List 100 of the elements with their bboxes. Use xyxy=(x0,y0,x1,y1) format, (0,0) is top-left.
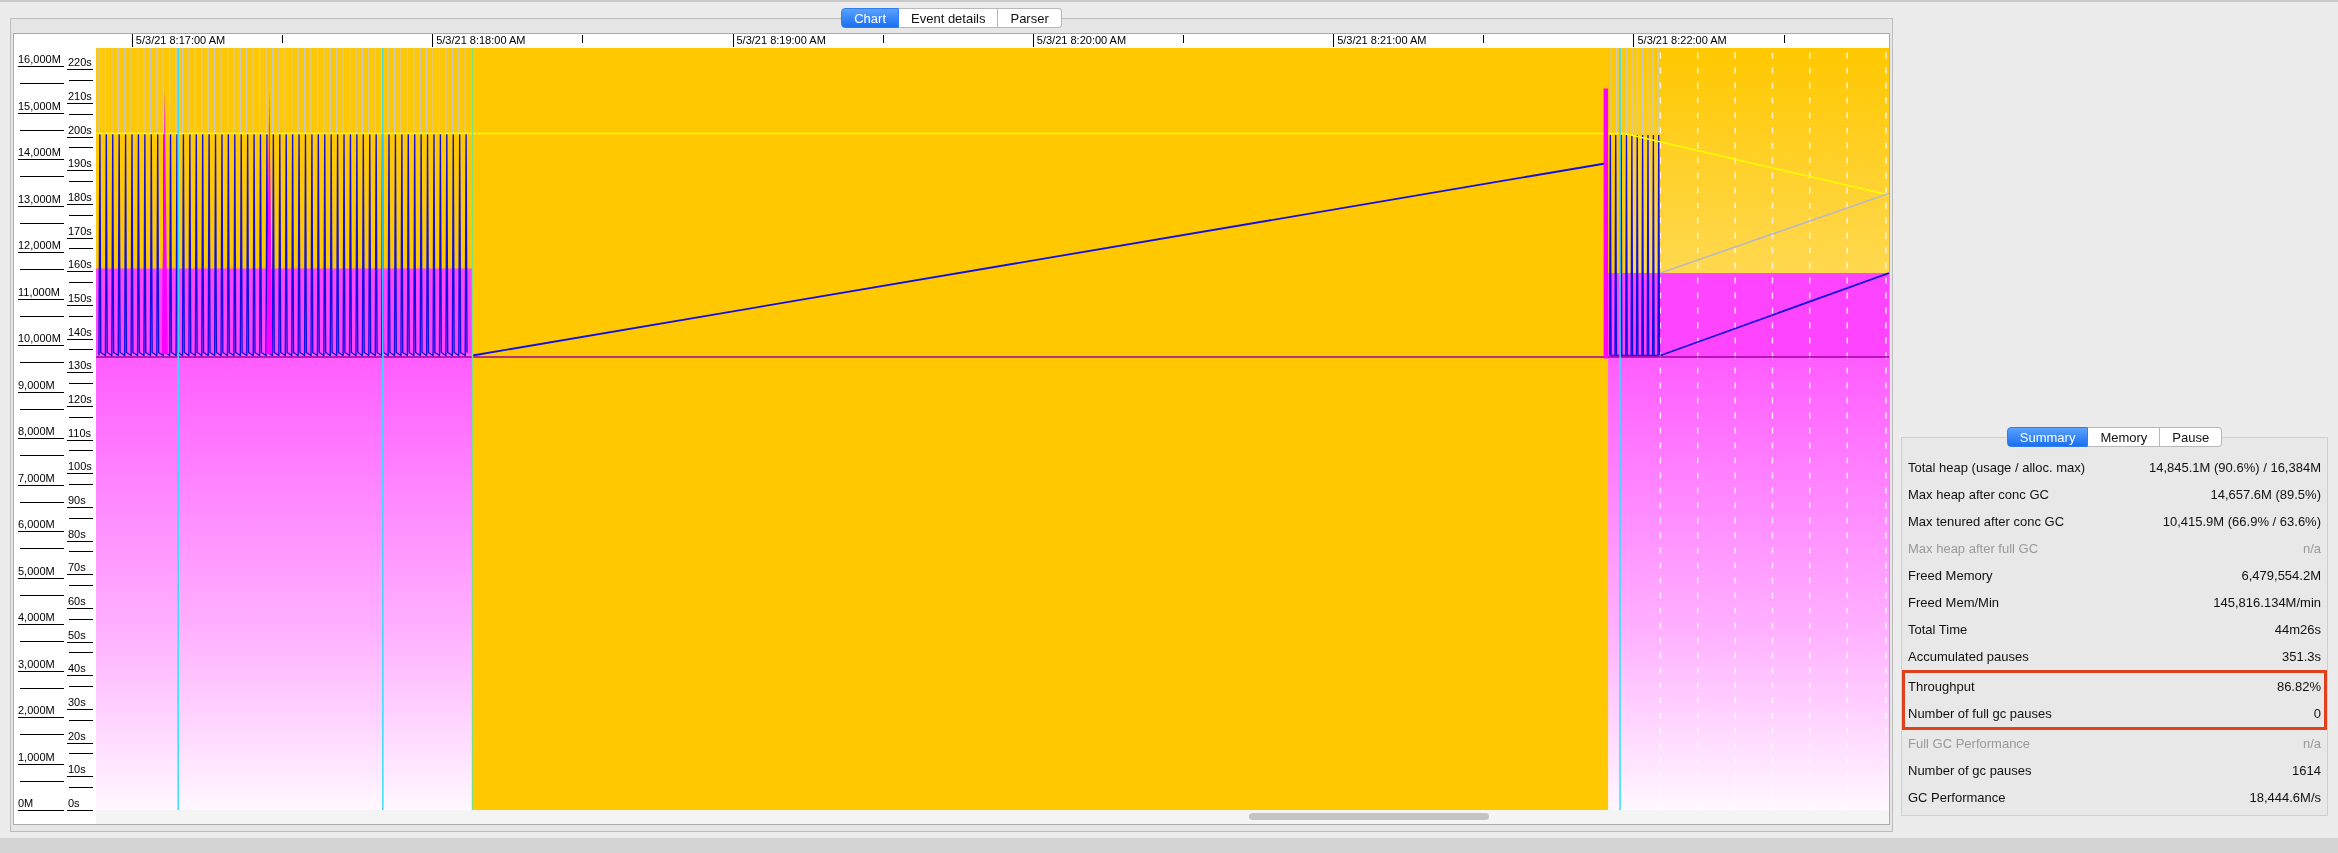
axis-tick xyxy=(20,315,64,317)
axis-tick xyxy=(69,753,93,755)
axis-tick xyxy=(69,416,93,418)
tab[interactable]: Summary xyxy=(2006,427,2089,447)
summary-label: Throughput xyxy=(1908,679,1975,694)
pause-axis-label: 180s xyxy=(67,190,93,205)
memory-axis-label: 1,000M xyxy=(18,750,64,765)
memory-axis-label: 10,000M xyxy=(18,332,64,346)
summary-value: 0 xyxy=(2313,706,2321,721)
axis-tick xyxy=(20,455,64,457)
axis-tick xyxy=(69,282,93,283)
axis-tick xyxy=(20,687,64,689)
axis-tick xyxy=(69,618,93,620)
axis-tick xyxy=(69,315,93,317)
axis-tick xyxy=(69,113,93,115)
axis-tick xyxy=(69,585,93,587)
pause-axis-label: 50s xyxy=(67,628,93,643)
axis-tick xyxy=(69,79,93,81)
axis-tick xyxy=(69,551,93,553)
pause-axis-label: 100s xyxy=(67,460,93,475)
memory-axis-label: 7,000M xyxy=(18,471,64,486)
time-axis-label: 5/3/21 8:22:00 AM xyxy=(1633,34,1727,47)
axis-tick xyxy=(20,641,64,643)
pause-axis-label: 220s xyxy=(67,56,93,71)
pause-axis-label: 110s xyxy=(67,426,93,441)
summary-value: 14,657.6M (89.5%) xyxy=(2210,487,2321,502)
axis-tick xyxy=(20,362,64,364)
time-axis-label: 5/3/21 8:18:00 AM xyxy=(432,34,526,47)
pause-axis-label: 160s xyxy=(67,258,93,273)
summary-label: Full GC Performance xyxy=(1908,736,2031,751)
axis-tick xyxy=(69,214,93,216)
time-axis-label: 5/3/21 8:21:00 AM xyxy=(1333,34,1427,47)
axis-tick xyxy=(69,719,93,721)
time-axis-label: 5/3/21 8:17:00 AM xyxy=(131,34,226,47)
memory-axis-label: 3,000M xyxy=(18,657,64,672)
memory-axis-label: 6,000M xyxy=(18,518,64,532)
axis-tick xyxy=(69,147,93,149)
axis-tick xyxy=(20,594,64,596)
memory-axis-label: 16,000M xyxy=(18,53,64,67)
tab[interactable]: Memory xyxy=(2088,427,2161,447)
memory-axis-label: 11,000M xyxy=(18,285,64,300)
pause-axis-label: 190s xyxy=(67,157,93,172)
tab[interactable]: Event details xyxy=(899,8,999,28)
axis-tick xyxy=(69,484,93,486)
tab[interactable]: Pause xyxy=(2160,427,2223,447)
memory-axis-label: 15,000M xyxy=(18,99,64,114)
summary-label: Max tenured after conc GC xyxy=(1908,514,2065,529)
pause-axis-label: 80s xyxy=(67,527,93,542)
summary-label: Total Time xyxy=(1908,622,1968,637)
memory-axis-label: 5,000M xyxy=(18,564,64,579)
summary-value: 18,444.6M/s xyxy=(2249,790,2321,805)
axis-tick xyxy=(20,222,64,224)
pause-axis-label: 40s xyxy=(67,662,93,677)
pause-axis-label: 150s xyxy=(67,291,93,306)
summary-label: Freed Mem/Min xyxy=(1908,595,2000,610)
summary-value: 86.82% xyxy=(2276,679,2321,694)
axis-tick xyxy=(20,501,64,503)
time-axis-label: 5/3/21 8:19:00 AM xyxy=(732,34,826,47)
axis-tick xyxy=(20,83,64,85)
summary-value: 14,845.1M (90.6%) / 16,384M xyxy=(2149,460,2321,475)
summary-label: Accumulated pauses xyxy=(1908,649,2029,664)
memory-axis-label: 2,000M xyxy=(18,704,64,718)
axis-tick xyxy=(69,383,93,384)
summary-label: Freed Memory xyxy=(1908,568,1993,583)
memory-axis-label: 13,000M xyxy=(18,192,64,207)
axis-tick xyxy=(69,450,93,452)
pause-axis-label: 30s xyxy=(67,695,93,710)
axis-tick xyxy=(20,408,64,410)
axis-tick xyxy=(69,180,93,182)
pause-axis-label: 10s xyxy=(67,763,93,778)
memory-axis-label: 8,000M xyxy=(18,425,64,439)
axis-tick xyxy=(20,269,64,271)
axis-tick xyxy=(69,517,93,519)
memory-axis-label: 9,000M xyxy=(18,378,64,393)
pause-axis-label: 70s xyxy=(67,561,93,576)
axis-tick xyxy=(69,652,93,654)
memory-axis-label: 12,000M xyxy=(18,239,64,253)
summary-value: 145,816.134M/min xyxy=(2213,595,2321,610)
pause-axis-label: 200s xyxy=(67,123,93,138)
axis-tick xyxy=(20,734,64,736)
summary-label: Total heap (usage / alloc. max) xyxy=(1908,460,2086,475)
summary-value: 351.3s xyxy=(2281,649,2321,664)
summary-label: Number of gc pauses xyxy=(1908,763,2032,778)
pause-axis-label: 130s xyxy=(67,359,93,374)
summary-value: n/a xyxy=(2302,541,2321,556)
summary-value: n/a xyxy=(2302,736,2321,751)
pause-axis-label: 210s xyxy=(67,89,93,104)
summary-value: 6,479,554.2M xyxy=(2241,568,2321,583)
tab[interactable]: Chart xyxy=(841,8,900,28)
summary-label: Max heap after conc GC xyxy=(1908,487,2049,502)
axis-tick xyxy=(20,176,64,178)
pause-axis-label: 20s xyxy=(67,729,93,744)
pause-axis-label: 120s xyxy=(67,392,93,407)
scrollbar[interactable] xyxy=(1248,813,1490,820)
pause-axis-label: 90s xyxy=(67,493,93,508)
tab[interactable]: Parser xyxy=(998,8,1062,28)
axis-tick xyxy=(69,248,93,250)
memory-axis-label: 4,000M xyxy=(18,611,64,625)
pause-axis-label: 140s xyxy=(67,325,93,340)
summary-value: 44m26s xyxy=(2274,622,2321,637)
